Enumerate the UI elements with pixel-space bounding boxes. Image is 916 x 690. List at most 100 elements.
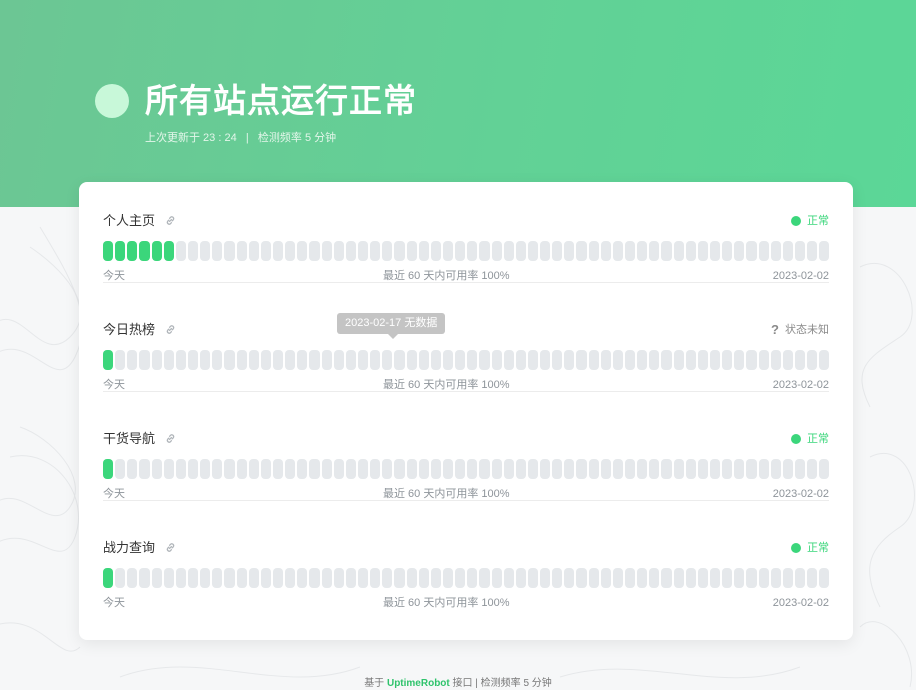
uptime-bar-nodata[interactable] [406, 568, 417, 588]
uptime-bar-nodata[interactable] [612, 241, 624, 261]
uptime-bar-nodata[interactable] [212, 459, 223, 479]
uptimerobot-link[interactable]: UptimeRobot [387, 678, 450, 689]
uptime-bar-nodata[interactable] [819, 241, 830, 261]
uptime-bar-nodata[interactable] [807, 568, 818, 588]
uptime-bar-nodata[interactable] [491, 568, 502, 588]
uptime-bar-nodata[interactable] [224, 350, 235, 370]
uptime-bar-nodata[interactable] [357, 241, 369, 261]
uptime-bar-nodata[interactable] [272, 350, 284, 370]
uptime-bar-nodata[interactable] [527, 241, 539, 261]
uptime-bar-nodata[interactable] [625, 568, 636, 588]
uptime-bar-nodata[interactable] [175, 241, 186, 261]
uptime-bar-nodata[interactable] [479, 241, 490, 261]
uptime-bar-nodata[interactable] [734, 241, 745, 261]
uptime-bar-nodata[interactable] [418, 568, 429, 588]
uptime-bar-nodata[interactable] [236, 241, 247, 261]
uptime-bar-nodata[interactable] [115, 350, 126, 370]
uptime-bar-nodata[interactable] [187, 459, 199, 479]
uptime-bar-nodata[interactable] [467, 568, 478, 588]
uptime-bar-nodata[interactable] [430, 350, 441, 370]
uptime-bar-nodata[interactable] [260, 568, 271, 588]
uptime-bar-nodata[interactable] [564, 241, 575, 261]
uptime-bar-nodata[interactable] [163, 350, 174, 370]
uptime-bar-nodata[interactable] [370, 350, 381, 370]
uptime-bar-nodata[interactable] [576, 568, 587, 588]
uptime-bar-nodata[interactable] [588, 568, 599, 588]
uptime-bar-nodata[interactable] [612, 568, 624, 588]
uptime-bar-nodata[interactable] [491, 241, 502, 261]
uptime-bar-nodata[interactable] [345, 241, 356, 261]
uptime-bar-nodata[interactable] [673, 241, 684, 261]
uptime-bar-nodata[interactable] [297, 350, 308, 370]
uptime-bar-nodata[interactable] [321, 568, 332, 588]
uptime-bar-nodata[interactable] [795, 459, 806, 479]
uptime-bar-nodata[interactable] [576, 241, 587, 261]
uptime-bar-nodata[interactable] [697, 568, 709, 588]
uptime-bar-nodata[interactable] [625, 350, 636, 370]
uptime-bar-nodata[interactable] [357, 568, 369, 588]
uptime-bar-nodata[interactable] [285, 568, 296, 588]
uptime-bar-nodata[interactable] [236, 350, 247, 370]
uptime-bar-up[interactable] [103, 568, 114, 588]
uptime-bar-nodata[interactable] [406, 350, 417, 370]
uptime-bar-nodata[interactable] [151, 350, 162, 370]
uptime-bar-nodata[interactable] [746, 241, 757, 261]
uptime-bar-nodata[interactable] [139, 350, 150, 370]
uptime-bar-nodata[interactable] [564, 459, 575, 479]
uptime-bar-nodata[interactable] [467, 241, 478, 261]
uptime-bar-nodata[interactable] [382, 350, 393, 370]
uptime-bar-nodata[interactable] [382, 241, 393, 261]
uptime-bar-nodata[interactable] [479, 350, 490, 370]
uptime-bar-nodata[interactable] [782, 459, 794, 479]
link-icon[interactable] [165, 540, 176, 558]
uptime-bar-nodata[interactable] [795, 568, 806, 588]
uptime-bar-nodata[interactable] [722, 241, 733, 261]
uptime-bar-nodata[interactable] [527, 568, 539, 588]
uptime-bar-nodata[interactable] [540, 568, 551, 588]
uptime-bar-nodata[interactable] [722, 459, 733, 479]
uptime-bar-nodata[interactable] [357, 350, 369, 370]
uptime-bar-nodata[interactable] [600, 241, 611, 261]
uptime-bar-up[interactable] [103, 459, 114, 479]
uptime-bar-nodata[interactable] [127, 568, 138, 588]
uptime-bar-nodata[interactable] [819, 568, 830, 588]
uptime-bar-nodata[interactable] [685, 350, 696, 370]
uptime-bar-nodata[interactable] [540, 459, 551, 479]
uptime-bar-nodata[interactable] [527, 350, 539, 370]
uptime-bar-nodata[interactable] [491, 350, 502, 370]
uptime-bar-nodata[interactable] [819, 350, 830, 370]
uptime-bar-nodata[interactable] [224, 568, 235, 588]
uptime-bar-nodata[interactable] [564, 350, 575, 370]
uptime-bar-nodata[interactable] [479, 568, 490, 588]
uptime-bar-nodata[interactable] [552, 459, 563, 479]
uptime-bar-up[interactable] [139, 241, 150, 261]
uptime-bar-nodata[interactable] [236, 568, 247, 588]
uptime-bar-nodata[interactable] [588, 241, 599, 261]
uptime-bar-up[interactable] [127, 241, 138, 261]
uptime-bar-nodata[interactable] [309, 350, 320, 370]
uptime-bar-nodata[interactable] [309, 241, 320, 261]
uptime-bar-nodata[interactable] [746, 350, 757, 370]
uptime-bar-nodata[interactable] [442, 241, 454, 261]
uptime-bar-nodata[interactable] [807, 241, 818, 261]
uptime-bar-nodata[interactable] [722, 350, 733, 370]
uptime-bar-nodata[interactable] [782, 350, 794, 370]
uptime-bar-nodata[interactable] [430, 241, 441, 261]
uptime-bar-nodata[interactable] [430, 459, 441, 479]
uptime-bar-nodata[interactable] [163, 568, 174, 588]
uptime-bar-nodata[interactable] [540, 350, 551, 370]
uptime-bar-nodata[interactable] [272, 568, 284, 588]
uptime-bar-nodata[interactable] [309, 459, 320, 479]
uptime-bar-nodata[interactable] [758, 350, 769, 370]
uptime-bar-nodata[interactable] [649, 459, 660, 479]
uptime-bar-nodata[interactable] [224, 459, 235, 479]
uptime-bar-nodata[interactable] [418, 241, 429, 261]
uptime-bar-nodata[interactable] [758, 459, 769, 479]
uptime-bar-nodata[interactable] [200, 459, 211, 479]
link-icon[interactable] [165, 322, 176, 340]
uptime-bar-nodata[interactable] [710, 459, 721, 479]
uptime-bar-nodata[interactable] [151, 459, 162, 479]
uptime-bar-nodata[interactable] [370, 241, 381, 261]
uptime-bar-nodata[interactable] [187, 241, 199, 261]
uptime-bar-nodata[interactable] [503, 241, 514, 261]
